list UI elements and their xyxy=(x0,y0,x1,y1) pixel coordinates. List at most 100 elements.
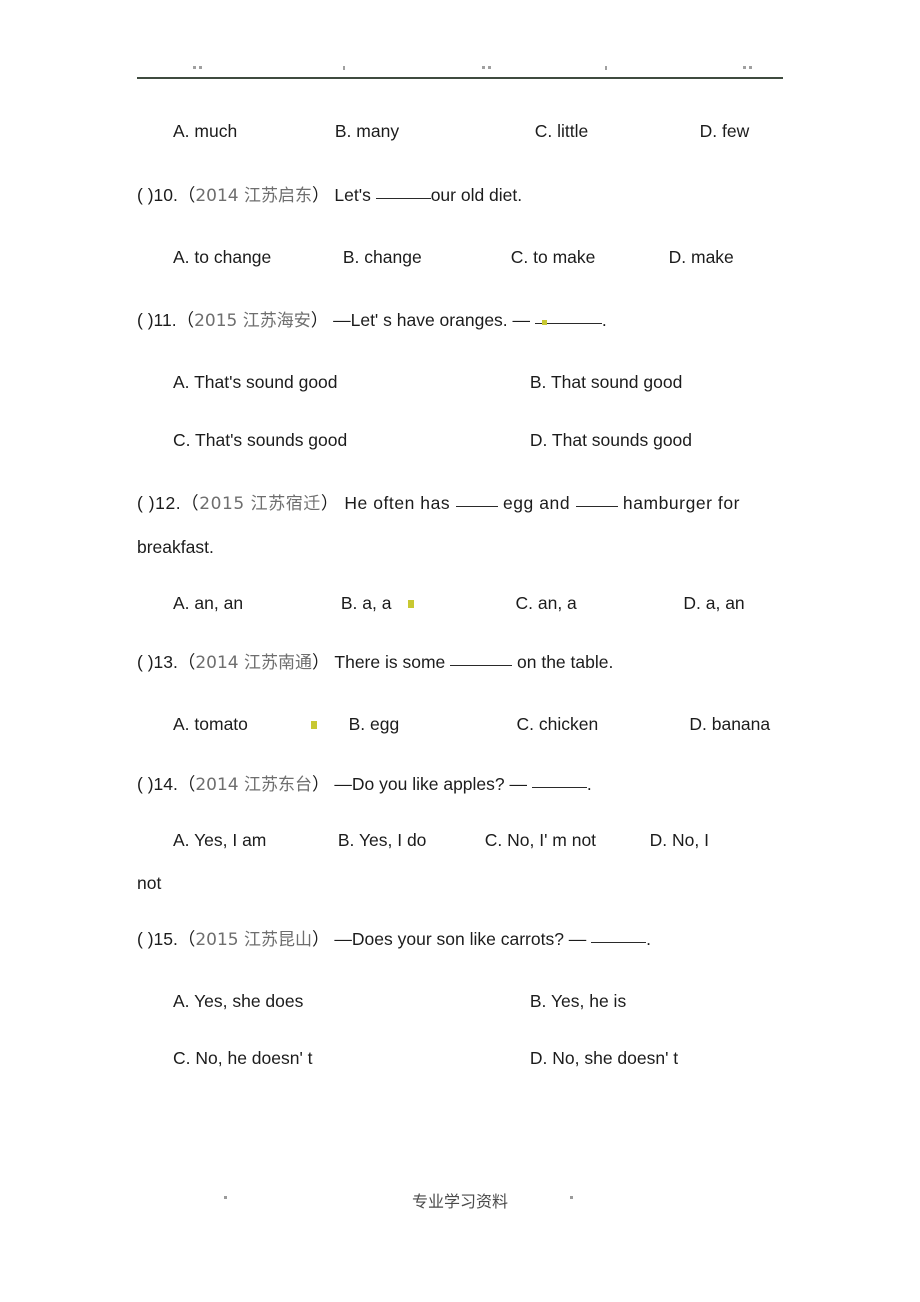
options-row-continuation: not xyxy=(137,873,783,893)
options-row: C. That's sounds good D. That sounds goo… xyxy=(137,431,783,450)
scan-artifact-dot xyxy=(199,66,202,69)
stem-text-before: —Let' s have oranges. — xyxy=(333,310,535,330)
stem-text-after: . xyxy=(601,310,607,330)
option-b[interactable]: B. many xyxy=(335,122,530,141)
option-a[interactable]: A. Yes, I am xyxy=(173,831,333,850)
options-row: A. Yes, I am B. Yes, I do C. No, I' m no… xyxy=(137,831,783,850)
stem-wrapped-text: breakfast. xyxy=(137,537,214,557)
options-row: A. to change B. change C. to make D. mak… xyxy=(137,248,783,267)
option-d[interactable]: D. banana xyxy=(689,715,770,734)
option-a[interactable]: A. to change xyxy=(173,248,338,267)
question-number: 10. xyxy=(153,184,178,205)
answer-blank[interactable] xyxy=(591,941,647,943)
stem-text-after: on the table. xyxy=(512,652,614,672)
stem-text-after: our old diet. xyxy=(430,184,523,205)
option-a[interactable]: A. That's sound good xyxy=(173,373,525,392)
option-c[interactable]: C. No, he doesn' t xyxy=(173,1049,525,1068)
source-place: 江苏昆山 xyxy=(244,929,313,950)
source-close-paren: ） xyxy=(312,652,330,672)
option-d[interactable]: D. few xyxy=(700,122,750,141)
option-a[interactable]: A. Yes, she does xyxy=(173,992,525,1011)
options-row: A. much B. many C. little D. few xyxy=(137,122,783,141)
question-number: 12. xyxy=(155,493,182,513)
question-stem: ( )12.（2015 江苏宿迁） He often has egg and h… xyxy=(137,493,783,514)
stem-text-before: —Do you like apples? — xyxy=(334,773,532,794)
source-year: 2014 xyxy=(195,185,245,206)
question-number: 11. xyxy=(153,310,177,330)
option-c[interactable]: C. to make xyxy=(511,248,664,267)
option-b[interactable]: B. a, a xyxy=(341,594,403,613)
highlight-artifact xyxy=(310,721,317,729)
answer-blank[interactable] xyxy=(546,323,602,324)
option-d[interactable]: D. a, an xyxy=(683,594,744,613)
source-open-paren: （ xyxy=(177,184,196,205)
options-row: A. tomato B. egg C. chicken D. banana xyxy=(137,715,783,734)
options-row: C. No, he doesn' t D. No, she doesn' t xyxy=(137,1049,783,1068)
source-place: 江苏海安 xyxy=(242,311,311,331)
option-a[interactable]: A. tomato xyxy=(173,715,306,734)
source-year: 2015 xyxy=(199,494,251,514)
question-number: 14. xyxy=(153,773,178,794)
option-b[interactable]: B. That sound good xyxy=(530,373,682,392)
answer-blank-2[interactable] xyxy=(575,506,618,507)
stem-text-before: —Does your son like carrots? — xyxy=(334,928,592,949)
option-c[interactable]: C. little xyxy=(535,122,695,141)
answer-blank-lead[interactable] xyxy=(534,323,542,324)
option-a[interactable]: A. much xyxy=(173,122,330,141)
source-open-paren: （ xyxy=(177,928,196,949)
source-place: 江苏南通 xyxy=(244,653,313,673)
scan-artifact-dot xyxy=(749,66,752,69)
source-year: 2015 xyxy=(194,311,243,331)
stem-text-part1: He often has xyxy=(344,493,456,513)
question-stem-continuation: breakfast. xyxy=(137,537,783,557)
option-d[interactable]: D. make xyxy=(669,248,734,267)
answer-bracket[interactable]: ( ) xyxy=(137,493,155,513)
scan-artifact-dot xyxy=(743,66,746,69)
answer-bracket[interactable]: ( ) xyxy=(137,929,154,949)
answer-bracket[interactable]: ( ) xyxy=(137,185,154,205)
option-b[interactable]: B. Yes, I do xyxy=(338,831,480,850)
source-place: 江苏启东 xyxy=(244,185,313,206)
scan-artifact-dot xyxy=(488,66,491,69)
page-footer: 专业学习资料 xyxy=(411,1192,508,1211)
answer-blank[interactable] xyxy=(450,665,513,666)
source-place: 江苏东台 xyxy=(244,774,313,795)
option-c[interactable]: C. That's sounds good xyxy=(173,431,525,450)
answer-blank[interactable] xyxy=(375,197,431,199)
answer-bracket[interactable]: ( ) xyxy=(137,652,154,672)
source-open-paren: （ xyxy=(177,652,196,672)
options-row: A. Yes, she does B. Yes, he is xyxy=(137,992,783,1011)
option-c[interactable]: C. chicken xyxy=(517,715,685,734)
options-row: A. That's sound good B. That sound good xyxy=(137,373,783,392)
question-stem: ( )10.（2014 江苏启东） Let's our old diet. xyxy=(137,184,783,206)
source-open-paren: （ xyxy=(177,773,196,794)
option-b[interactable]: B. Yes, he is xyxy=(530,992,626,1011)
stem-text-part2: egg and xyxy=(497,493,576,513)
source-year: 2014 xyxy=(195,653,245,673)
answer-blank[interactable] xyxy=(531,786,587,788)
option-b[interactable]: B. change xyxy=(343,248,506,267)
source-year: 2014 xyxy=(195,774,245,795)
option-d[interactable]: D. No, she doesn' t xyxy=(530,1049,678,1068)
option-b[interactable]: B. egg xyxy=(349,715,512,734)
option-d[interactable]: D. No, I xyxy=(650,831,709,850)
option-c[interactable]: C. an, a xyxy=(516,594,679,613)
document-page: A. much B. many C. little D. few ( )10.（… xyxy=(0,0,920,1302)
answer-bracket[interactable]: ( ) xyxy=(137,774,154,794)
scan-artifact-dot xyxy=(605,66,607,70)
option-wrapped-text: not xyxy=(137,873,162,893)
answer-blank-1[interactable] xyxy=(455,506,498,507)
question-stem: ( )11.（2015 江苏海安） —Let' s have oranges. … xyxy=(137,310,783,331)
scan-artifact-dot xyxy=(482,66,485,69)
stem-text-after: . xyxy=(646,928,652,949)
stem-text-part3: hamburger for xyxy=(617,493,740,513)
question-list: A. much B. many C. little D. few ( )10.（… xyxy=(137,105,783,1068)
option-c[interactable]: C. No, I' m not xyxy=(485,831,645,850)
page-header xyxy=(137,58,783,84)
option-a[interactable]: A. an, an xyxy=(173,594,336,613)
source-close-paren: ） xyxy=(312,184,330,205)
question-stem: ( )13.（2014 江苏南通） There is some on the t… xyxy=(137,652,783,673)
option-d[interactable]: D. That sounds good xyxy=(530,431,692,450)
source-close-paren: ） xyxy=(312,928,330,949)
answer-bracket[interactable]: ( ) xyxy=(137,310,154,330)
